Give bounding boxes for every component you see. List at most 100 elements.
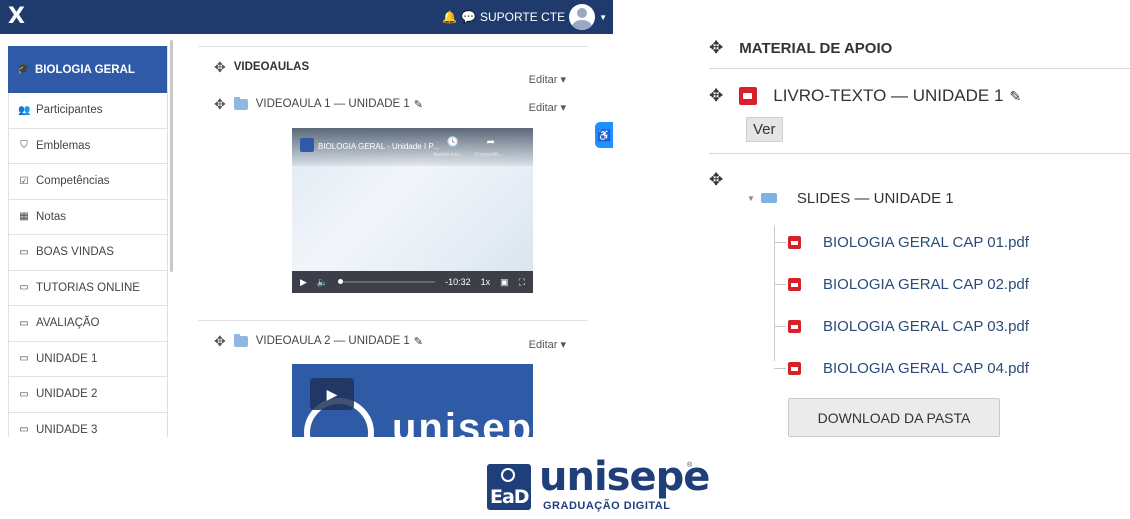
video-player-title[interactable]: BIOLOGIA GERAL - Unidade I P... [318,142,439,151]
sidebar-item[interactable]: ▭ AVALIAÇÃO [8,306,167,342]
file-name[interactable]: BIOLOGIA GERAL CAP 04.pdf [823,360,1029,377]
ead-badge: EaD [487,464,531,510]
file-name[interactable]: BIOLOGIA GERAL CAP 03.pdf [823,318,1029,335]
pencil-icon[interactable]: ✎ [414,98,423,111]
folder-icon [760,193,777,203]
livro-row: ✥ LIVRO-TEXTO — UNIDADE 1 ✎ [709,84,1021,108]
avatar[interactable] [569,4,596,30]
time-remaining: -10:32 [445,277,471,287]
file-row[interactable]: BIOLOGIA GERAL CAP 03.pdf [774,314,1029,338]
file-row[interactable]: BIOLOGIA GERAL CAP 02.pdf [774,272,1029,296]
sidebar-item[interactable]: ▭ UNIDADE 2 [8,377,167,413]
channel-logo[interactable] [300,138,314,152]
user-menu[interactable]: 🔔 💬 SUPORTE CTE ▼ [442,0,607,34]
sidebar-item[interactable]: ▭ UNIDADE 1 [8,341,167,377]
divider [709,153,1130,154]
logo-word: unisepe [539,454,710,500]
file-row[interactable]: BIOLOGIA GERAL CAP 01.pdf [774,230,1029,254]
user-name[interactable]: SUPORTE CTE [480,10,565,24]
download-folder-button[interactable]: DOWNLOAD DA PASTA [788,398,1000,437]
caret-down-icon[interactable]: ▼ [747,194,755,203]
ead-text: EaD [490,486,530,508]
pdf-icon [739,87,758,105]
slides-folder-row[interactable]: ▼ SLIDES — UNIDADE 1 [747,186,954,210]
move-icon[interactable]: ✥ [709,170,723,190]
sidebar-item-label: Emblemas [36,139,91,152]
sidebar-item[interactable]: ▦ Notas [8,199,167,235]
video1-title[interactable]: VIDEOAULA 1 — UNIDADE 1 [256,98,410,110]
pencil-icon[interactable]: ✎ [1009,88,1021,105]
registered-mark: ® [687,462,693,469]
pip-icon[interactable]: ▣ [500,277,509,288]
watch-later-label: Assistir mai... [433,152,463,158]
sidebar-item[interactable]: ⛉ Emblemas [8,128,167,164]
folder-icon: ▭ [19,317,29,329]
video-player-2[interactable]: ▶ unisepe [292,364,533,437]
video-controls: ▶ 🔈 -10:32 1x ▣ ⛶ [292,271,533,293]
table-icon: ▦ [19,211,29,223]
edit-menu[interactable]: Editar ▾ [529,101,566,114]
folder-icon: ▭ [19,424,29,436]
bell-icon[interactable]: 🔔 [442,10,457,24]
edit-menu[interactable]: Editar ▾ [529,73,566,86]
move-icon[interactable]: ✥ [709,38,723,58]
video2-title[interactable]: VIDEOAULA 2 — UNIDADE 1 [256,335,410,347]
pencil-icon[interactable]: ✎ [414,335,423,348]
sidebar-item[interactable]: ▭ TUTORIAS ONLINE [8,270,167,306]
chat-icon[interactable]: 💬 [461,10,476,24]
users-icon: 👥 [18,104,31,116]
sidebar-item[interactable]: ▭ BOAS VINDAS [8,235,167,271]
pdf-icon [788,277,801,291]
checkbox-icon: ☑ [19,175,29,187]
livro-title[interactable]: LIVRO-TEXTO — UNIDADE 1 [773,86,1003,106]
move-icon[interactable]: ✥ [214,59,226,76]
folder-icon: ▭ [19,353,29,365]
play-icon[interactable]: ▶ [300,277,307,288]
sidebar-item-label: AVALIAÇÃO [36,317,100,330]
fullscreen-icon[interactable]: ⛶ [519,277,525,288]
folder-icon [233,333,248,347]
chevron-down-icon[interactable]: ▼ [599,13,607,22]
speed-button[interactable]: 1x [481,277,491,287]
tree-branch [774,283,786,285]
pdf-icon [788,361,801,375]
sidebar-item-label: BIOLOGIA GERAL [35,63,135,76]
sidebar-item[interactable]: ▭ UNIDADE 3 [8,412,167,437]
sidebar-item-label: Notas [36,210,67,223]
top-navbar: X 🔔 💬 SUPORTE CTE ▼ [0,0,613,34]
close-drawer-button[interactable]: X [8,4,25,29]
sidebar-item-label: UNIDADE 2 [36,388,98,401]
folder-icon: ▭ [19,246,29,258]
file-row[interactable]: BIOLOGIA GERAL CAP 04.pdf [774,356,1029,380]
divider [709,68,1130,69]
graduation-cap-icon: 🎓 [17,64,30,75]
video-player-1[interactable]: BIOLOGIA GERAL - Unidade I P... 🕓 ➦ Assi… [292,128,533,293]
file-name[interactable]: BIOLOGIA GERAL CAP 01.pdf [823,234,1029,251]
material-panel: ✥ MATERIAL DE APOIO ✥ LIVRO-TEXTO — UNID… [705,0,1130,445]
move-icon[interactable]: ✥ [214,96,226,113]
file-name[interactable]: BIOLOGIA GERAL CAP 02.pdf [823,276,1029,293]
sidebar-scrollbar[interactable] [170,40,173,272]
video-brand-text: unisepe [392,406,533,437]
tree-branch [774,367,786,369]
play-icon[interactable]: ▶ [310,378,354,410]
volume-icon[interactable]: 🔈 [317,277,328,288]
progress-bar[interactable] [338,279,436,284]
move-icon[interactable]: ✥ [214,333,226,350]
unisepe-logo: EaD unisepe ® GRADUAÇÃO DIGITAL [487,454,710,516]
sidebar-item-label: BOAS VINDAS [36,246,114,259]
sidebar-item[interactable]: 👥 Participantes [8,93,167,129]
share-icon[interactable]: ➦ [487,137,495,148]
accessibility-icon[interactable]: ♿ [595,122,613,148]
pdf-icon [788,235,801,249]
person-icon [501,468,515,482]
slides-folder-title[interactable]: SLIDES — UNIDADE 1 [797,190,954,207]
sidebar-item[interactable]: ☑ Competências [8,164,167,200]
clock-icon[interactable]: 🕓 [447,137,459,148]
sidebar-item[interactable]: 🎓 BIOLOGIA GERAL [8,46,167,93]
edit-menu[interactable]: Editar ▾ [529,338,566,351]
move-icon[interactable]: ✥ [709,86,723,106]
share-label: Compartilh... [474,152,503,158]
sidebar-item-label: UNIDADE 3 [36,423,98,436]
ver-button[interactable]: Ver [746,117,783,142]
